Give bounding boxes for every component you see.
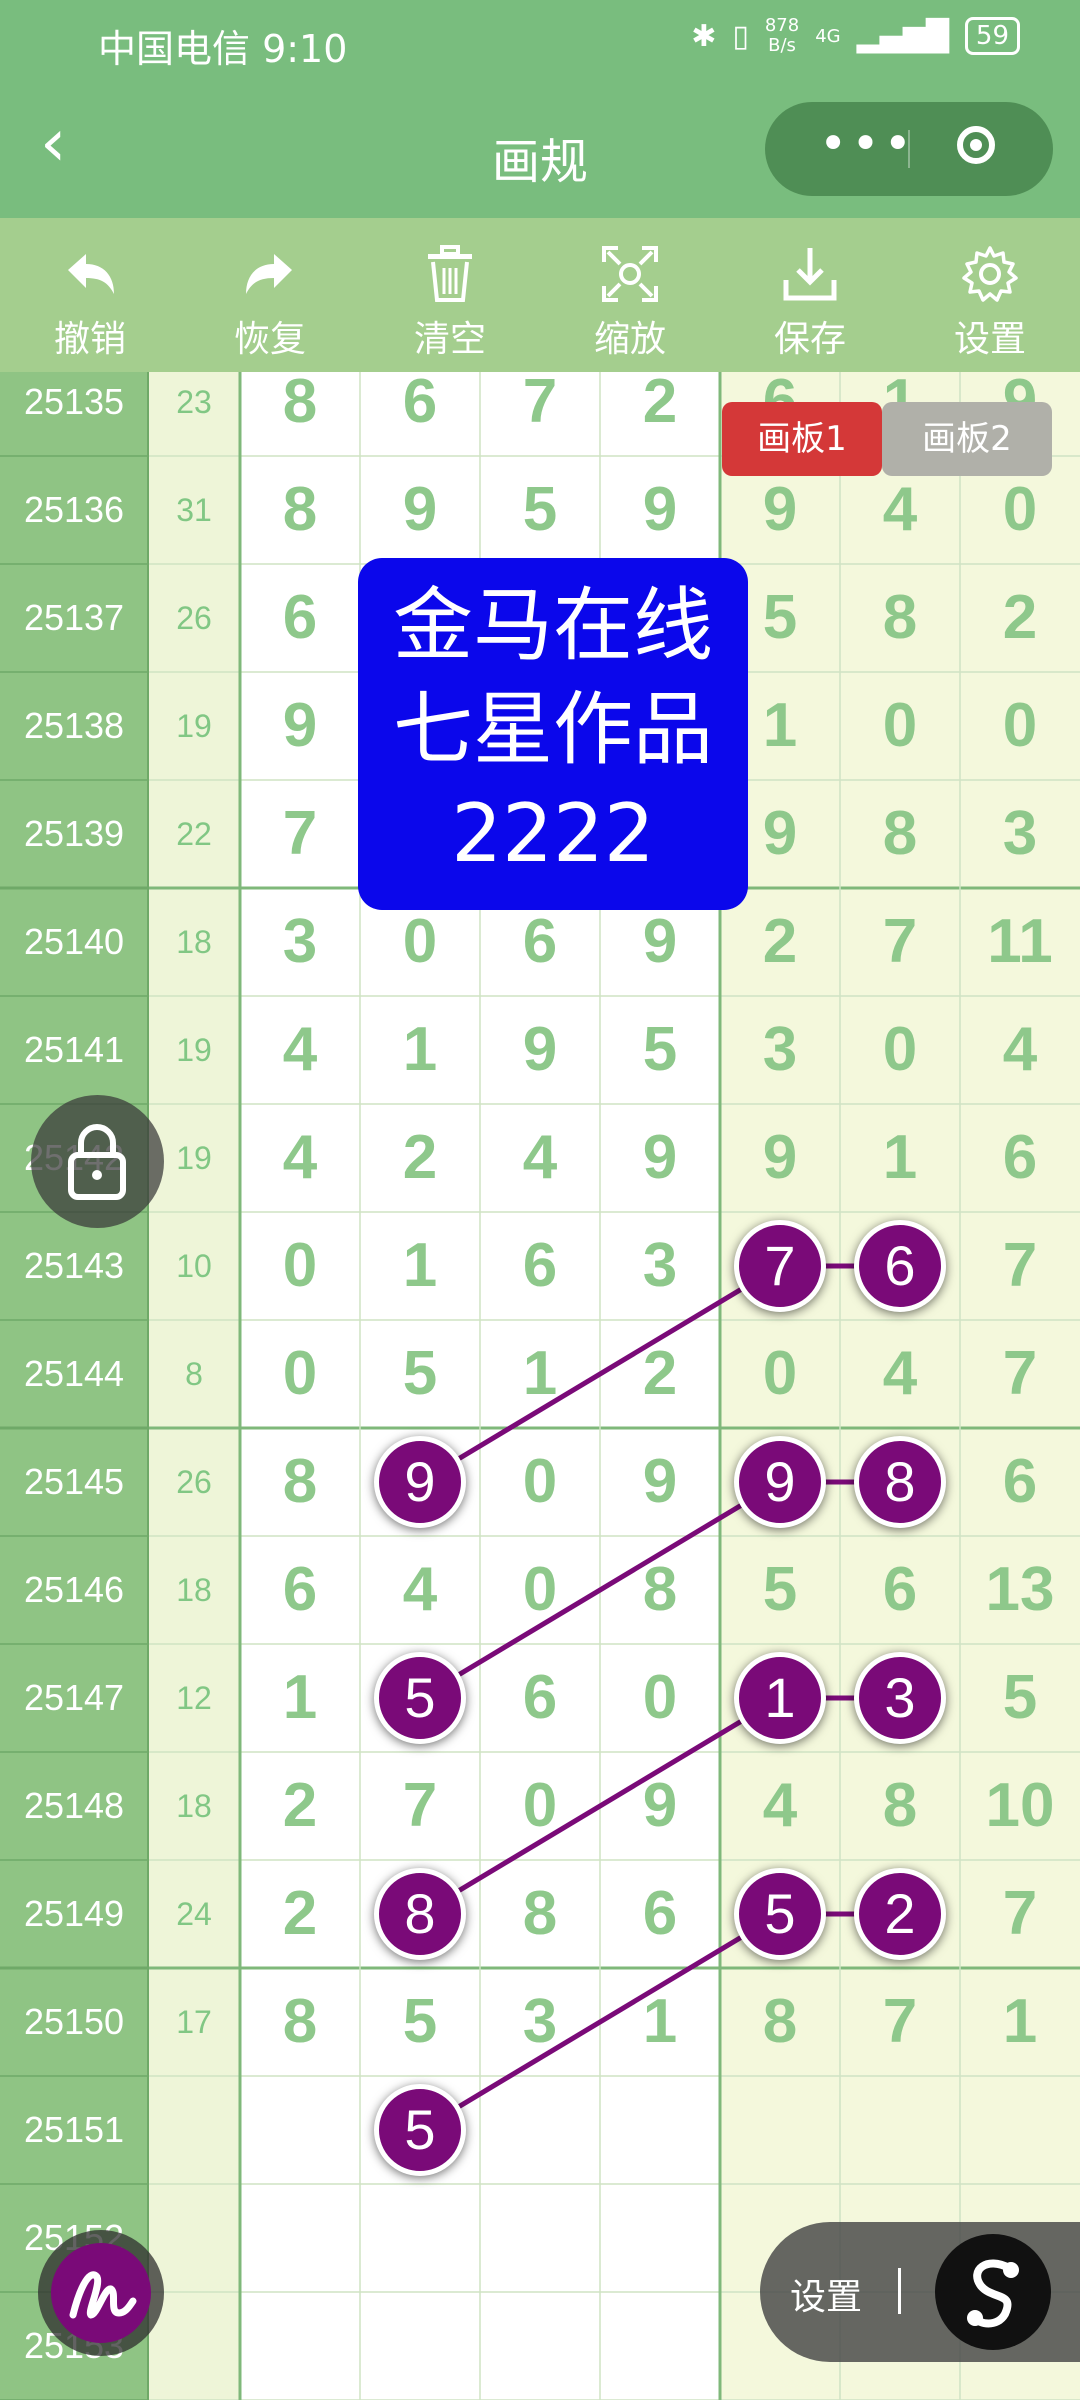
network-type: 4G xyxy=(815,25,841,47)
watermark-line-1: 金马在线 xyxy=(393,579,713,672)
connection-line xyxy=(418,1911,782,2133)
vibrate-icon: ▯ xyxy=(732,18,749,54)
tab-board-2[interactable]: 画板2 xyxy=(882,402,1052,476)
status-icons: ✱ ▯ 878 B/s 4G ▂▄▆█ 59 xyxy=(691,16,1020,56)
floating-settings-label[interactable]: 设置 xyxy=(790,2268,862,2320)
tab-board-1[interactable]: 画板1 xyxy=(722,402,882,476)
trash-icon xyxy=(422,238,478,310)
marked-digit[interactable]: 9 xyxy=(734,1436,826,1528)
watermark-line-2: 七星作品 xyxy=(393,683,713,776)
marked-digit[interactable]: 2 xyxy=(854,1868,946,1960)
net-speed-unit: B/s xyxy=(768,35,796,56)
lock-button[interactable] xyxy=(31,1095,164,1228)
more-icon[interactable]: ••• xyxy=(819,120,916,168)
signal-icon: ▂▄▆█ xyxy=(856,18,949,54)
miniprogram-capsule: ••• xyxy=(765,102,1053,196)
marked-digit[interactable]: 8 xyxy=(854,1436,946,1528)
redo-label: 恢复 xyxy=(233,319,306,360)
zoom-button[interactable]: 缩放 xyxy=(540,218,720,372)
undo-button[interactable]: 撤销 xyxy=(0,218,180,372)
undo-icon xyxy=(58,238,122,310)
clear-button[interactable]: 清空 xyxy=(360,218,540,372)
pen-button[interactable] xyxy=(38,2230,164,2356)
watermark-label: 金马在线 七星作品 2222 xyxy=(358,558,748,910)
lock-icon xyxy=(68,1124,126,1200)
redo-icon xyxy=(238,238,302,310)
connection-line xyxy=(418,1263,782,1485)
close-miniprogram-icon[interactable] xyxy=(957,126,995,164)
settings-label: 设置 xyxy=(953,319,1026,360)
signature-pen-icon xyxy=(69,2271,137,2319)
capsule-divider xyxy=(908,130,910,168)
marked-digit[interactable]: 7 xyxy=(734,1220,826,1312)
clear-label: 清空 xyxy=(413,319,486,360)
marked-digit[interactable]: 6 xyxy=(854,1220,946,1312)
net-speed-value: 878 xyxy=(764,15,800,36)
marked-digit[interactable]: 3 xyxy=(854,1652,946,1744)
download-icon xyxy=(780,238,840,310)
watermark-line-3: 2222 xyxy=(451,787,655,880)
title-bar: ‹ 画规 ••• xyxy=(0,78,1080,218)
status-bar: 中国电信 9:10 ✱ ▯ 878 B/s 4G ▂▄▆█ 59 xyxy=(0,0,1080,78)
gear-icon xyxy=(960,238,1020,310)
marked-digit[interactable]: 5 xyxy=(374,1652,466,1744)
zoom-label: 缩放 xyxy=(593,319,666,360)
connection-line xyxy=(418,1695,782,1917)
save-button[interactable]: 保存 xyxy=(720,218,900,372)
battery-level: 59 xyxy=(964,17,1020,55)
net-speed: 878 B/s xyxy=(765,16,799,56)
board-tabs: 画板1 画板2 xyxy=(722,402,1052,476)
carrier-time: 中国电信 9:10 xyxy=(98,27,348,71)
floating-settings: 设置 xyxy=(760,2222,1080,2362)
connection-line xyxy=(418,1479,782,1701)
floating-divider xyxy=(898,2268,901,2314)
marked-digit[interactable]: 8 xyxy=(374,1868,466,1960)
settings-button[interactable]: 设置 xyxy=(900,218,1080,372)
connect-mode-button[interactable] xyxy=(935,2234,1051,2350)
bluetooth-icon: ✱ xyxy=(691,18,717,54)
marked-digit[interactable]: 9 xyxy=(374,1436,466,1528)
toolbar: 撤销 恢复 清空 缩放 保存 设置 xyxy=(0,218,1080,372)
marked-digit[interactable]: 5 xyxy=(374,2084,466,2176)
redo-button[interactable]: 恢复 xyxy=(180,218,360,372)
marked-digit[interactable]: 5 xyxy=(734,1868,826,1960)
save-label: 保存 xyxy=(773,319,846,360)
connect-points-icon xyxy=(967,2259,1019,2328)
marked-digit[interactable]: 1 xyxy=(734,1652,826,1744)
zoom-icon xyxy=(600,238,660,310)
pen-button-face xyxy=(51,2243,151,2343)
undo-label: 撤销 xyxy=(53,319,126,360)
